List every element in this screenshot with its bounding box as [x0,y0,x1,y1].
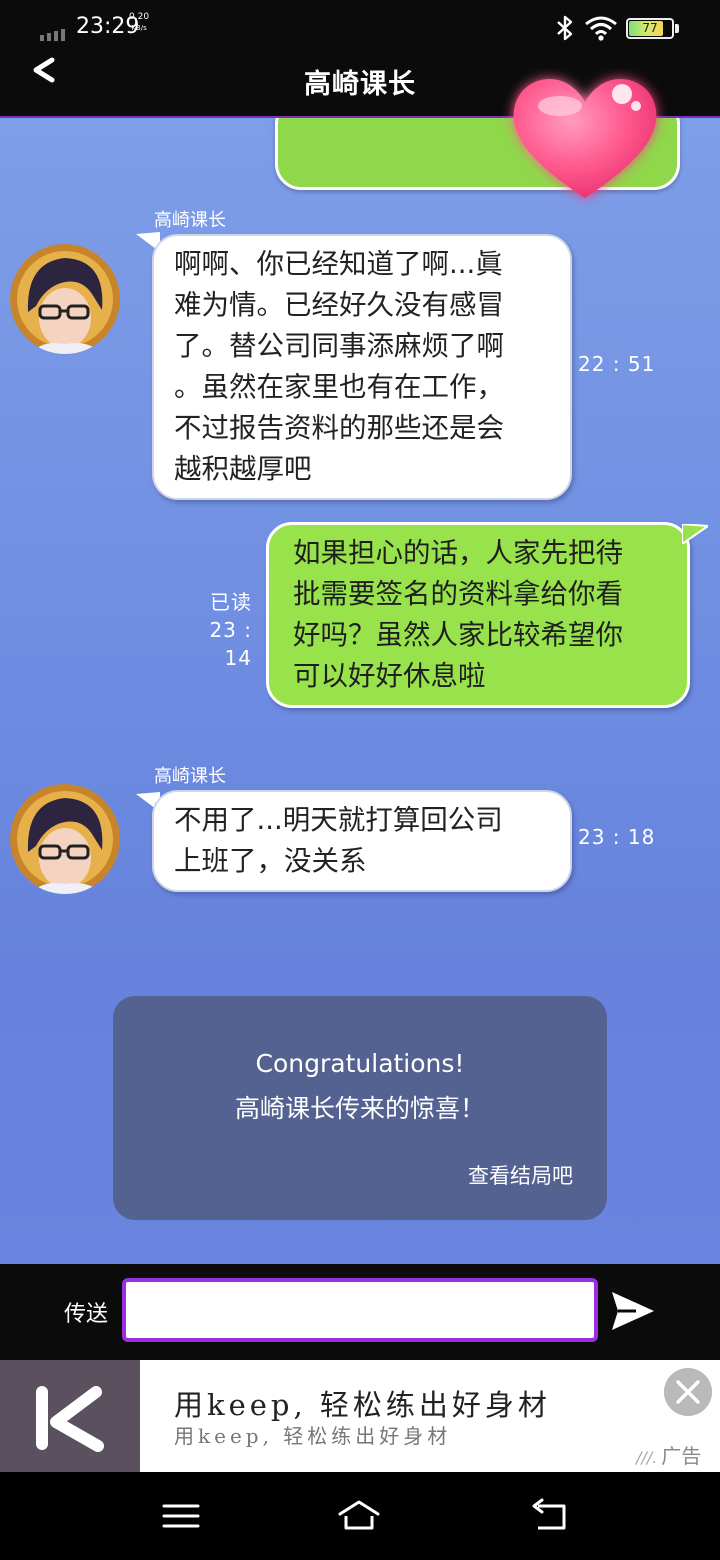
sender-name: 高崎课长 [154,766,226,787]
message-line: 。虽然在家里也有在工作， [174,371,504,403]
message-line: 不用了...明天就打算回公司 [174,804,503,836]
message-line: 了。替公司同事添麻烦了啊 [174,330,504,362]
close-icon[interactable] [664,1368,712,1416]
bubble-tail [682,524,708,544]
message-time: 23 : 14 [209,618,252,670]
back-icon[interactable] [528,1498,570,1534]
ad-title: 用keep, 轻松练出好身材 [174,1388,551,1422]
message-input[interactable] [122,1278,598,1342]
ad-label: ///. 广告 [636,1440,701,1469]
read-status: 已读 23 : 14 [180,588,252,672]
send-label: 传送 [64,1302,109,1327]
keep-logo-icon [36,1386,104,1452]
menu-icon[interactable] [160,1498,202,1534]
battery-tip [675,24,679,33]
battery-percent: 77 [642,21,658,35]
network-speed-value: 0.20 [129,12,150,22]
avatar-image [10,244,120,354]
avatar[interactable] [10,244,120,354]
avatar[interactable] [10,784,120,894]
avatar-image [10,784,120,894]
ad-mark-icon: ///. [636,1448,658,1467]
battery-icon: 77 [626,18,674,39]
signal-icon [40,22,68,41]
ad-banner[interactable]: 用keep, 轻松练出好身材 用keep, 轻松练出好身材 ///. 广告 [0,1360,720,1472]
message-line: 如果担心的话，人家先把待 [293,537,623,569]
message-time: 23 : 18 [578,825,656,849]
network-speed-unit: KB/s [131,24,147,32]
congratulations-card: Congratulations! 高崎课长传来的惊喜！ 查看结局吧 [113,996,607,1220]
send-icon[interactable] [610,1290,656,1332]
message-time: 22 : 51 [578,352,656,376]
message-line: 批需要签名的资料拿给你看 [293,578,623,610]
message-line: 不过报告资料的那些还是会 [174,412,504,444]
ad-label-text: 广告 [661,1444,702,1468]
message-line: 啊啊、你已经知道了啊...眞 [174,248,503,280]
input-bar: 传送 [0,1264,720,1360]
congrats-subtitle: 高崎课长传来的惊喜！ [234,1094,485,1123]
network-speed: 0.20 KB/s [129,12,149,34]
sender-name: 高崎课长 [154,210,226,231]
navigation-bar [0,1472,720,1560]
bluetooth-icon [557,15,573,41]
view-ending-link[interactable]: 查看结局吧 [468,1160,573,1190]
message-line: 上班了，没关系 [174,845,367,877]
wifi-icon [585,16,617,41]
status-bar: 23:29 0.20 KB/s 77 [0,0,720,56]
outgoing-message-bubble: 如果担心的话，人家先把待 批需要签名的资料拿给你看 好吗？虽然人家比较希望你 可… [266,522,690,708]
read-receipt: 已读 [210,590,252,614]
congrats-title: Congratulations! [255,1049,465,1078]
message-line: 好吗？虽然人家比较希望你 [293,619,623,651]
message-line: 可以好好休息啦 [293,660,486,692]
incoming-message-bubble: 啊啊、你已经知道了啊...眞 难为情。已经好久没有感冒 了。替公司同事添麻烦了啊… [152,234,572,500]
home-icon[interactable] [338,1498,380,1534]
message-line: 难为情。已经好久没有感冒 [174,289,504,321]
ad-subtitle: 用keep, 轻松练出好身材 [174,1424,452,1448]
message-line: 越积越厚吧 [174,453,312,485]
keep-logo [0,1360,140,1472]
incoming-message-bubble: 不用了...明天就打算回公司 上班了，没关系 [152,790,572,892]
heart-icon [513,79,657,198]
chat-area[interactable]: 高崎课长 啊啊、你已经知道了啊...眞 难为情。已经好久没有感冒 了。替公司同事… [0,118,720,1264]
